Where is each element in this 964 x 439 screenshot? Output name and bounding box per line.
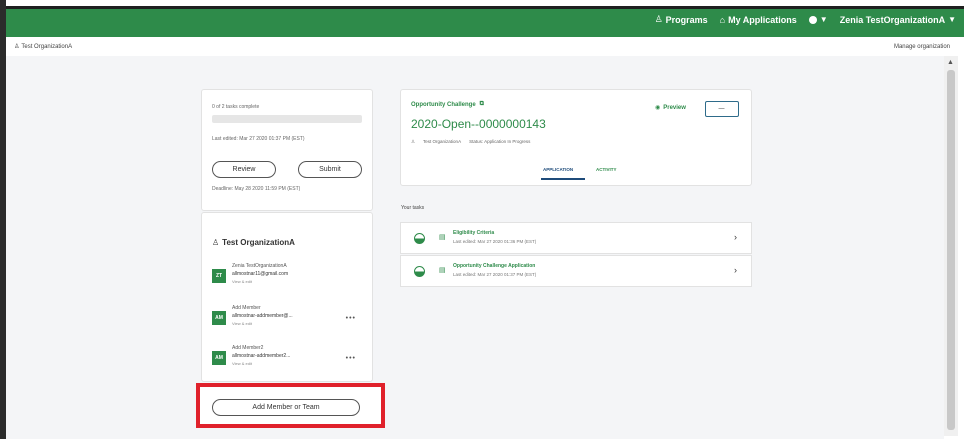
document-icon: ▤	[439, 267, 446, 274]
avatar: AM	[212, 351, 226, 365]
org-icon: ♙	[14, 44, 20, 50]
add-member-or-team-button[interactable]: Add Member or Team	[212, 399, 360, 416]
scroll-up-icon[interactable]: ▲	[947, 59, 954, 66]
tab-activity[interactable]: ACTIVITY	[596, 167, 617, 172]
opportunity-title: Opportunity Challenge ⧉	[411, 101, 484, 108]
task-row[interactable]: ▤ Eligibility Criteria Last edited: Mar …	[400, 222, 752, 254]
member-view-link[interactable]: View & edit	[232, 361, 252, 366]
task-last-edited: Last edited: Mar 27 2020 01:37 PM (EST)	[453, 272, 537, 277]
manage-organization-link[interactable]: Manage organization	[894, 44, 950, 50]
task-name: Opportunity Challenge Application	[453, 263, 536, 269]
preview-button[interactable]: ◉ Preview	[655, 104, 686, 112]
more-options-icon[interactable]: •••	[346, 355, 356, 362]
member-row[interactable]: ZT Zenia TestOrganizationA allmostnar11@…	[212, 263, 370, 297]
tab-application[interactable]: APPLICATION	[543, 167, 573, 172]
chevron-down-icon: ▼	[948, 15, 956, 24]
application-code: 2020-Open--0000000143	[411, 117, 546, 131]
team-heading: ♙ Test OrganizationA	[212, 238, 295, 247]
tasks-complete-text: 0 of 2 tasks complete	[212, 104, 260, 110]
member-view-link[interactable]: View & edit	[232, 321, 252, 326]
active-tab-indicator	[541, 178, 585, 180]
app-window: ♙ Programs ⌂ My Applications ▼ Zenia Tes…	[0, 0, 964, 439]
progress-card: 0 of 2 tasks complete Last edited: Mar 2…	[201, 89, 373, 211]
user-menu[interactable]: Zenia TestOrganizationA ▼	[840, 15, 956, 25]
top-nav-bar: ♙ Programs ⌂ My Applications ▼ Zenia Tes…	[6, 6, 964, 37]
half-complete-icon	[414, 266, 425, 277]
member-name: Zenia TestOrganizationA	[232, 263, 287, 269]
application-org: Test OrganizationA	[423, 139, 462, 144]
deadline-text: Deadline: May 28 2020 11:59 PM (EST)	[212, 186, 301, 192]
task-last-edited: Last edited: Mar 27 2020 01:36 PM (EST)	[453, 239, 537, 244]
external-link-icon[interactable]: ⧉	[480, 101, 484, 108]
member-email: allmostnar-addmember@...	[232, 313, 293, 319]
document-icon: ▤	[439, 234, 446, 241]
chevron-right-icon[interactable]: ›	[734, 265, 737, 275]
progress-bar	[212, 115, 362, 123]
more-button[interactable]: —	[705, 101, 739, 117]
org-icon: ♙	[411, 139, 416, 144]
vertical-scrollbar[interactable]: ▲	[944, 56, 958, 436]
more-options-icon[interactable]: •••	[346, 315, 356, 322]
member-row[interactable]: AM Add Member2 allmostnar-addmember2... …	[212, 345, 370, 379]
member-row[interactable]: AM Add Member allmostnar-addmember@... V…	[212, 305, 370, 339]
submit-button[interactable]: Submit	[298, 161, 362, 178]
eye-icon: ◉	[655, 105, 661, 111]
notifications-menu[interactable]: ▼	[808, 15, 828, 24]
status-dot-icon	[808, 15, 817, 24]
task-name: Eligibility Criteria	[453, 230, 495, 236]
member-email: allmostnar-addmember2...	[232, 353, 291, 359]
task-row[interactable]: ▤ Opportunity Challenge Application Last…	[400, 255, 752, 287]
org-icon: ♙	[212, 238, 220, 247]
chevron-right-icon[interactable]: ›	[734, 232, 737, 242]
org-bar: ♙ Test OrganizationA Manage organization	[6, 40, 964, 56]
home-icon: ⌂	[719, 14, 726, 25]
person-icon: ♙	[654, 14, 663, 24]
last-edited-text: Last edited: Mar 27 2020 01:37 PM (EST)	[212, 136, 305, 142]
org-breadcrumb[interactable]: ♙ Test OrganizationA	[14, 43, 72, 51]
half-complete-icon	[414, 233, 425, 244]
chevron-down-icon: ▼	[819, 15, 828, 24]
top-nav: ♙ Programs ⌂ My Applications ▼ Zenia Tes…	[655, 14, 956, 25]
team-card: ♙ Test OrganizationA ZT Zenia TestOrgani…	[201, 212, 373, 382]
opportunity-card: Opportunity Challenge ⧉ 2020-Open--00000…	[400, 89, 752, 186]
member-name: Add Member	[232, 305, 261, 311]
nav-programs[interactable]: ♙ Programs	[655, 14, 708, 25]
review-button[interactable]: Review	[212, 161, 276, 178]
member-view-link[interactable]: View & edit	[232, 279, 252, 284]
application-meta: ♙ Test OrganizationA Status: Application…	[411, 139, 530, 145]
your-tasks-label: Your tasks	[401, 205, 425, 211]
application-status: Status: Application In Progress	[469, 139, 531, 144]
member-name: Add Member2	[232, 345, 264, 351]
nav-my-applications[interactable]: ⌂ My Applications	[720, 15, 797, 25]
scrollbar-thumb[interactable]	[947, 70, 955, 430]
avatar: ZT	[212, 269, 226, 283]
avatar: AM	[212, 311, 226, 325]
member-email: allmostnar11@gmail.com	[232, 271, 289, 277]
